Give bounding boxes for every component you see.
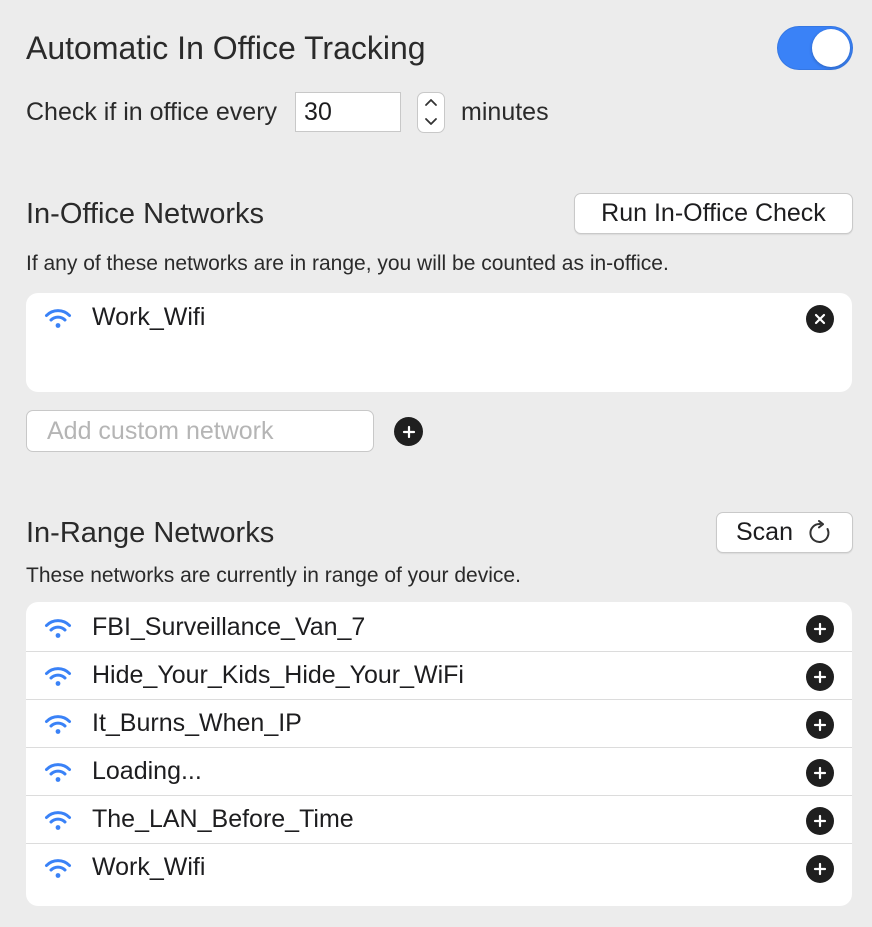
list-item: Hide_Your_Kids_Hide_Your_WiFi	[26, 651, 852, 699]
network-name: It_Burns_When_IP	[92, 708, 302, 737]
wifi-icon	[45, 715, 71, 734]
range-networks-description: These networks are currently in range of…	[26, 564, 521, 587]
add-network-button[interactable]	[806, 711, 834, 739]
plus-icon	[813, 766, 827, 780]
office-networks-description: If any of these networks are in range, y…	[26, 252, 669, 275]
scan-label: Scan	[736, 518, 793, 546]
wifi-icon	[45, 763, 71, 782]
toggle-knob	[812, 29, 850, 67]
stepper-up-button[interactable]	[418, 93, 444, 113]
plus-icon	[813, 718, 827, 732]
custom-network-input[interactable]	[26, 410, 374, 452]
network-name: Work_Wifi	[92, 302, 206, 331]
wifi-icon	[45, 309, 71, 328]
add-network-button[interactable]	[806, 663, 834, 691]
wifi-icon	[45, 667, 71, 686]
close-icon	[814, 313, 826, 325]
list-item: Loading...	[26, 747, 852, 795]
add-network-button[interactable]	[806, 615, 834, 643]
chevron-up-icon	[425, 99, 437, 107]
add-network-button[interactable]	[806, 855, 834, 883]
refresh-icon	[809, 519, 830, 543]
range-networks-title: In-Range Networks	[26, 517, 275, 549]
stepper-down-button[interactable]	[418, 112, 444, 132]
list-item: The_LAN_Before_Time	[26, 795, 852, 843]
interval-unit: minutes	[461, 97, 549, 126]
plus-icon	[813, 814, 827, 828]
list-item: FBI_Surveillance_Van_7	[26, 603, 852, 651]
network-name: Hide_Your_Kids_Hide_Your_WiFi	[92, 660, 464, 689]
network-name: The_LAN_Before_Time	[92, 804, 354, 833]
list-item: It_Burns_When_IP	[26, 699, 852, 747]
interval-stepper[interactable]	[417, 91, 446, 133]
wifi-icon	[45, 619, 71, 638]
tracking-toggle[interactable]	[777, 26, 853, 70]
range-networks-list: FBI_Surveillance_Van_7 Hide_Your_Kids_Hi…	[26, 602, 852, 906]
plus-icon	[402, 425, 415, 438]
interval-label: Check if in office every	[26, 97, 278, 126]
list-item: Work_Wifi	[26, 293, 852, 341]
plus-icon	[813, 862, 827, 876]
remove-network-button[interactable]	[806, 305, 834, 333]
run-office-check-button[interactable]: Run In-Office Check	[574, 193, 853, 234]
scan-button[interactable]: Scan	[716, 512, 853, 553]
interval-input[interactable]	[295, 92, 402, 132]
office-networks-title: In-Office Networks	[26, 198, 264, 230]
interval-row: Check if in office every minutes	[26, 91, 549, 133]
chevron-down-icon	[425, 117, 437, 125]
add-network-button[interactable]	[806, 759, 834, 787]
plus-icon	[813, 622, 827, 636]
list-item: Work_Wifi	[26, 843, 852, 891]
tracking-title: Automatic In Office Tracking	[26, 30, 426, 66]
wifi-icon	[45, 811, 71, 830]
wifi-icon	[45, 859, 71, 878]
add-custom-network-button[interactable]	[394, 417, 423, 446]
plus-icon	[813, 670, 827, 684]
office-networks-list: Work_Wifi	[26, 293, 852, 392]
network-name: Loading...	[92, 756, 202, 785]
settings-page: Automatic In Office Tracking Check if in…	[0, 0, 872, 927]
network-name: FBI_Surveillance_Van_7	[92, 612, 366, 641]
network-name: Work_Wifi	[92, 852, 206, 881]
add-network-button[interactable]	[806, 807, 834, 835]
